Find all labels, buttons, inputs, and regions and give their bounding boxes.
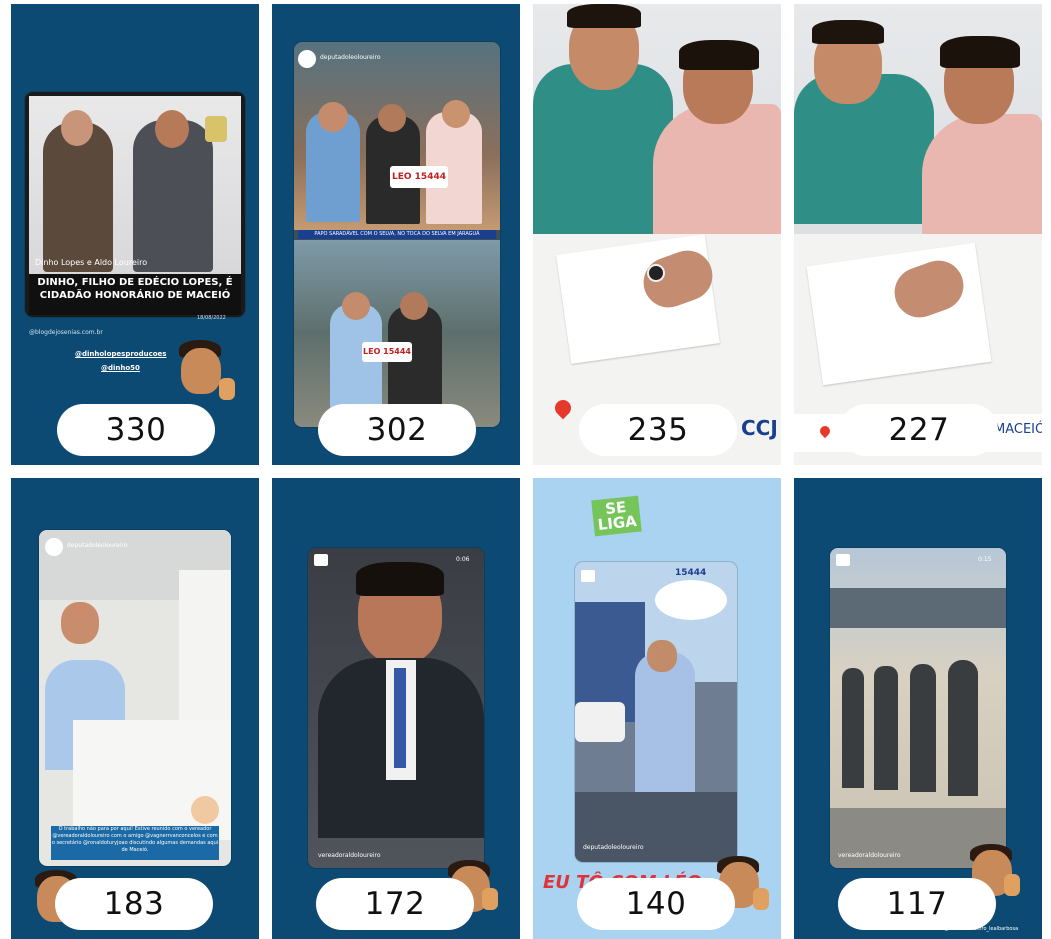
view-count: 172 bbox=[316, 878, 474, 930]
view-count: 227 bbox=[840, 404, 998, 456]
story-card-8[interactable]: 0:15 vereadoraldoloureiro @cristianoribe… bbox=[794, 478, 1042, 939]
story-card-6[interactable]: 0:06 vereadoraldoloureiro 172 bbox=[272, 478, 520, 939]
story-photo-6: 0:06 vereadoraldoloureiro bbox=[308, 548, 484, 868]
avatar[interactable] bbox=[45, 538, 63, 556]
story-photo-5: deputadoleoloureiro O trabalho não para … bbox=[39, 530, 231, 866]
view-count: 183 bbox=[55, 878, 213, 930]
story-date: 18/08/2022 bbox=[197, 315, 226, 321]
location-suffix: CCJ bbox=[741, 416, 778, 440]
story-photo-2: LEO 15444 deputadoleoloureiro PAPO SARAD… bbox=[294, 42, 500, 427]
video-duration: 0:06 bbox=[456, 556, 470, 563]
story-photo-1: Dinho Lopes e Aldo Loureiro DINHO, FILHO… bbox=[25, 92, 245, 317]
reel-icon bbox=[314, 554, 328, 566]
account-name[interactable]: deputadoleoloureiro bbox=[583, 844, 644, 851]
story-caption: O trabalho não para por aqui! Estive reu… bbox=[51, 826, 219, 860]
story-card-3[interactable]: CCJ 235 bbox=[533, 4, 781, 465]
view-count: 302 bbox=[318, 404, 476, 456]
account-name[interactable]: deputadoleoloureiro bbox=[67, 542, 128, 549]
plate-1: LEO 15444 bbox=[390, 166, 448, 188]
source-label: @blogdejosenias.com.br bbox=[29, 329, 103, 336]
candidate-number: 15444 bbox=[675, 568, 707, 578]
view-count: 117 bbox=[838, 878, 996, 930]
view-count: 235 bbox=[579, 404, 737, 456]
story-card-4[interactable]: MACEIÓ 227 bbox=[794, 4, 1042, 465]
avatar[interactable] bbox=[298, 50, 316, 68]
view-count: 330 bbox=[57, 404, 215, 456]
se-liga-line-2: LIGA bbox=[596, 511, 638, 534]
plate-2: LEO 15444 bbox=[362, 342, 412, 362]
story-card-2[interactable]: LEO 15444 deputadoleoloureiro PAPO SARAD… bbox=[272, 4, 520, 465]
mention-2[interactable]: @dinho50 bbox=[101, 364, 140, 372]
view-count: 140 bbox=[577, 878, 735, 930]
location-suffix: MACEIÓ bbox=[994, 422, 1042, 437]
account-name[interactable]: vereadoraldoloureiro bbox=[318, 852, 381, 859]
headline-top: Dinho Lopes e Aldo Loureiro bbox=[35, 258, 148, 267]
account-name[interactable]: deputadoleoloureiro bbox=[320, 54, 381, 61]
video-duration: 0:15 bbox=[978, 556, 992, 563]
se-liga-badge: SE LIGA bbox=[591, 495, 642, 537]
stories-grid: Dinho Lopes e Aldo Loureiro DINHO, FILHO… bbox=[0, 0, 1051, 939]
story-photo-8: 0:15 vereadoraldoloureiro bbox=[830, 548, 1006, 868]
story-photo-7: 15444 deputadoleoloureiro bbox=[575, 562, 737, 862]
story-card-1[interactable]: Dinho Lopes e Aldo Loureiro DINHO, FILHO… bbox=[11, 4, 259, 465]
banner-text: PAPO SARADÁVEL COM O SELVA, NO TOCA DO S… bbox=[298, 230, 496, 239]
story-card-7[interactable]: SE LIGA 15444 deputadoleoloureiro EU TÔ … bbox=[533, 478, 781, 939]
reel-icon bbox=[836, 554, 850, 566]
mention-1[interactable]: @dinholopesproducoes bbox=[75, 350, 166, 358]
account-name[interactable]: vereadoraldoloureiro bbox=[838, 852, 901, 859]
reel-icon bbox=[581, 570, 595, 582]
story-card-5[interactable]: deputadoleoloureiro O trabalho não para … bbox=[11, 478, 259, 939]
headline-main: DINHO, FILHO DE EDÉCIO LOPES, É CIDADÃO … bbox=[29, 274, 241, 315]
